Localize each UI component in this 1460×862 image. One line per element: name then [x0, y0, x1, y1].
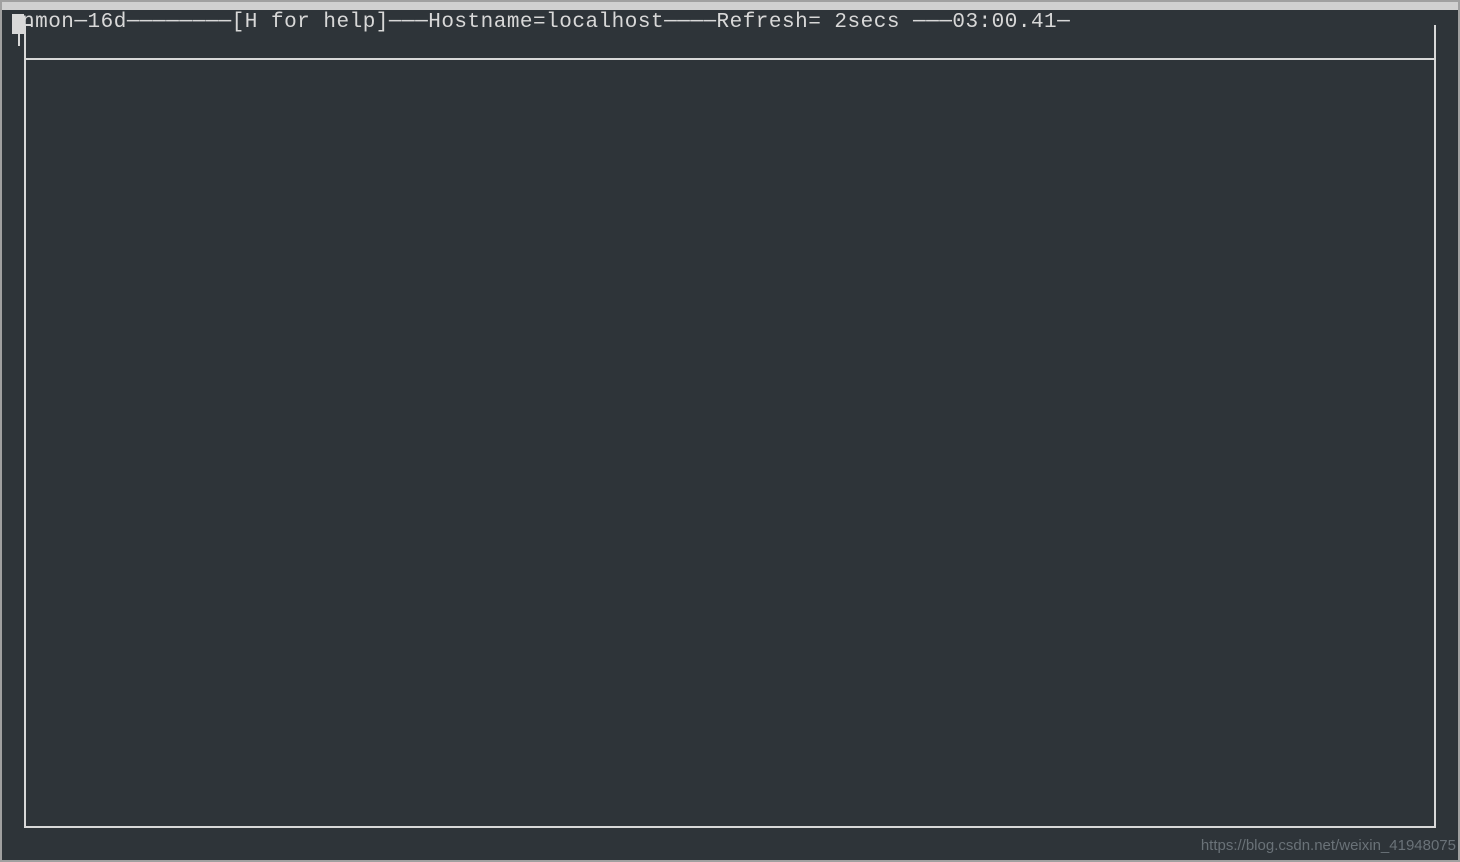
content-frame-right: [1434, 25, 1436, 828]
nmon-header-line: nmon─16d────────[H for help]───Hostname=…: [12, 12, 1448, 34]
content-frame-top: [26, 58, 1434, 62]
window-titlebar[interactable]: [2, 2, 1458, 10]
terminal-content[interactable]: nmon─16d────────[H for help]───Hostname=…: [12, 12, 1448, 850]
content-frame-bottom: [24, 826, 1436, 828]
hostname-value: localhost: [546, 11, 664, 34]
hostname-prefix: Hostname=: [428, 11, 546, 34]
terminal-window: nmon─16d────────[H for help]───Hostname=…: [0, 0, 1460, 862]
refresh-value: 2secs: [834, 11, 900, 34]
source-watermark: https://blog.csdn.net/weixin_41948075: [1201, 837, 1456, 854]
timestamp-value: 03:00.41: [952, 11, 1057, 34]
refresh-prefix: Refresh=: [716, 11, 834, 34]
app-version-label: 16d: [88, 11, 127, 34]
content-frame-left: [24, 25, 26, 828]
help-hint-label: [H for help]: [232, 11, 389, 34]
